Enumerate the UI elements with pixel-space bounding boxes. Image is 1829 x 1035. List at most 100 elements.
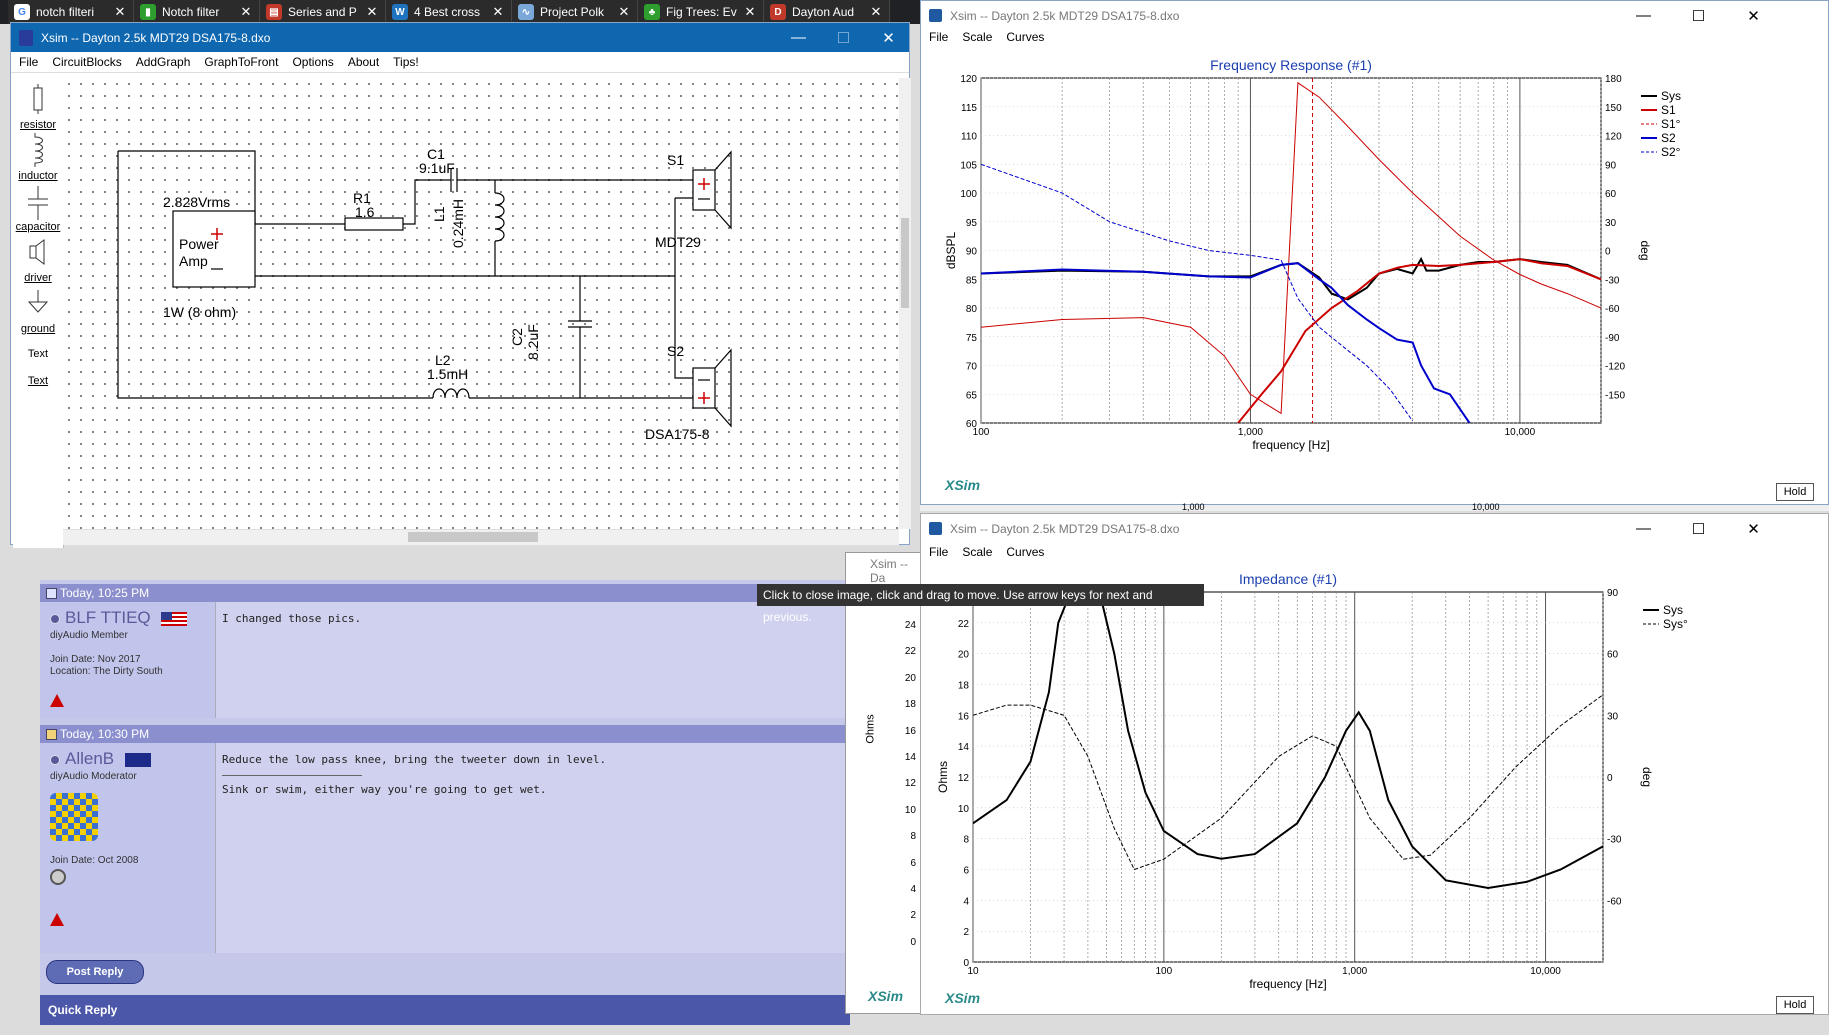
menu-scale[interactable]: Scale [962,30,992,44]
plot-area [973,592,1603,890]
y-tick-label: 4 [963,896,969,907]
browser-tab[interactable]: D Dayton Aud ✕ [764,0,890,24]
y-axis-label: Ohms [936,761,950,793]
username[interactable]: AllenB [50,749,151,769]
y-tick-label: 80 [966,304,978,315]
capacitor-icon [28,186,48,220]
y-tick-label: 2 [963,927,969,938]
hold-button[interactable]: Hold [1776,483,1814,501]
palette-driver[interactable]: driver [13,272,63,284]
y2-tick-label: 180 [1605,74,1622,85]
status-dot-icon [50,754,60,765]
close-icon[interactable]: ✕ [113,4,127,20]
frequency-response-window: Xsim -- Dayton 2.5k MDT29 DSA175-8.dxo —… [920,0,1829,505]
impedance-chart[interactable]: Impedance (#1)22201816141210864209060300… [921,560,1829,1016]
menu-scale[interactable]: Scale [962,545,992,559]
menu-file[interactable]: File [929,545,948,559]
y-tick-label: 16 [958,711,970,722]
xsim-brand: XSim [945,477,981,493]
leaf-icon: ♣ [644,4,660,20]
close-icon[interactable]: ✕ [365,4,379,20]
close-button[interactable]: ✕ [866,23,911,52]
legend-entry: Sys [1661,89,1681,103]
frequency-response-chart[interactable]: Frequency Response (#1) 120 115 110 105 100 95… [921,45,1829,505]
menu-tips[interactable]: Tips! [393,55,419,69]
y2-tick-label: 30 [1605,218,1617,229]
close-icon[interactable]: ✕ [869,4,883,20]
y2-tick-label: 60 [1607,650,1619,661]
minimize-button[interactable]: — [776,23,821,52]
r1-value-label: 1.6 [355,204,375,220]
y2-tick-label: -60 [1607,896,1622,907]
browser-tab[interactable]: W4 Best cross ✕ [386,0,512,24]
menu-file[interactable]: File [929,30,948,44]
driver-icon [29,239,45,265]
c1-value-label: 9.1uF [419,160,455,176]
report-icon[interactable] [50,694,64,707]
post-user-panel: AllenB diyAudio Moderator Join Date: Oct… [40,743,216,953]
minimize-button[interactable]: — [1621,514,1666,543]
browser-tab[interactable]: ▤ Series and P ✕ [260,0,386,24]
s1-name-label: S1 [667,152,685,168]
circuit-editor-window: Xsim -- Dayton 2.5k MDT29 DSA175-8.dxo —… [10,22,911,548]
source-voltage-label: 2.828Vrms [163,194,231,210]
palette-ground[interactable]: ground [13,323,63,335]
close-icon[interactable]: ✕ [617,4,631,20]
close-button[interactable]: ✕ [1731,514,1776,543]
close-icon[interactable]: ✕ [743,4,757,20]
y2-tick-label: 0 [1607,773,1613,784]
username[interactable]: BLF TTIEQ [50,608,188,628]
post: AllenB diyAudio Moderator Join Date: Oct… [40,743,850,953]
palette-text[interactable]: Text [13,375,63,387]
hold-button[interactable]: Hold [1776,996,1814,1014]
menu-options[interactable]: Options [292,55,333,69]
series-line-s2 [981,163,1414,422]
x-axis-label: frequency [Hz] [1252,438,1329,452]
close-icon[interactable]: ✕ [491,4,505,20]
report-icon[interactable] [50,913,64,926]
palette-capacitor[interactable]: capacitor [13,221,63,233]
post-reply-button[interactable]: Post Reply [46,960,144,984]
close-icon[interactable]: ✕ [239,4,253,20]
schematic-canvas[interactable]: 2.828Vrms Power Amp 1W (8 ohm) C1 9.1uF … [63,78,899,530]
signature-divider [222,775,362,776]
minimize-button[interactable]: — [1621,1,1666,30]
menu-about[interactable]: About [348,55,379,69]
legend-entry: Sys [1663,603,1683,617]
post-signature: Sink or swim, either way you're going to… [222,783,547,796]
menu-graphtofront[interactable]: GraphToFront [204,55,278,69]
x-tick-label: 100 [1156,966,1173,977]
legend-entry: S2° [1661,145,1681,159]
browser-tab[interactable]: ♣ Fig Trees: Ev ✕ [638,0,764,24]
maximize-button[interactable]: ☐ [1676,1,1721,30]
y-tick-label: 8 [963,835,969,846]
palette-resistor[interactable]: resistor [13,119,63,131]
close-button[interactable]: ✕ [1731,1,1776,30]
y2-axis-label: deg [1638,240,1652,260]
x-tick-label: 1,000 [1342,966,1367,977]
palette-inductor[interactable]: inductor [13,170,63,182]
image-tooltip: Click to close image, click and drag to … [757,584,1204,624]
y-axis-label: dBSPL [944,231,958,269]
browser-tab[interactable]: Gnotch filteri ✕ [8,0,134,24]
xsim-brand: XSim [945,990,981,1006]
circuit-window-titlebar[interactable]: Xsim -- Dayton 2.5k MDT29 DSA175-8.dxo —… [11,23,909,52]
post-icon [46,588,57,599]
maximize-button[interactable]: ☐ [1676,514,1721,543]
maximize-button[interactable]: ☐ [821,23,866,52]
xsim-logo-icon [929,522,942,535]
y-tick-label: 105 [960,160,977,171]
menu-addgraph[interactable]: AddGraph [136,55,191,69]
quick-reply-header[interactable]: Quick Reply [40,995,850,1025]
horizontal-scrollbar[interactable] [63,529,899,545]
palette-text-icon[interactable]: Text [13,348,63,360]
browser-tab[interactable]: ▮ Notch filter ✕ [134,0,260,24]
menu-curves[interactable]: Curves [1006,30,1044,44]
audio-site-icon: ▮ [140,4,156,20]
menu-circuitblocks[interactable]: CircuitBlocks [52,55,121,69]
browser-tab[interactable]: ∿ Project Polk ✕ [512,0,638,24]
menu-curves[interactable]: Curves [1006,545,1044,559]
menu-file[interactable]: File [19,55,38,69]
vertical-scrollbar[interactable] [899,78,911,529]
background-graph-window: Xsim -- Da Ohms 24 22 20 18 16 14 12 10 8 6 4 2 0 XS… [845,552,927,1014]
